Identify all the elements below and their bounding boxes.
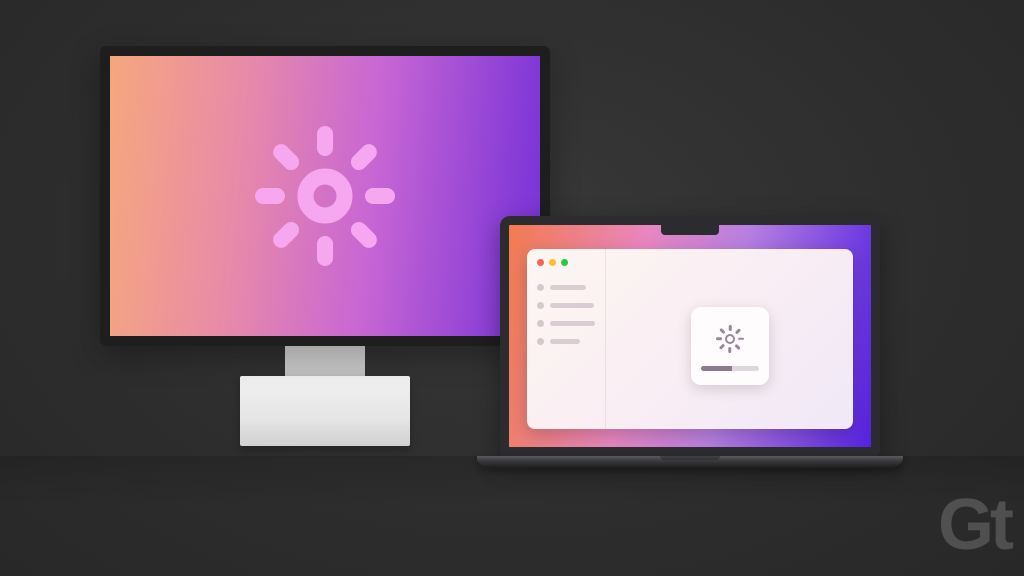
brightness-slider[interactable]: [701, 366, 759, 371]
window-traffic-lights[interactable]: [537, 259, 595, 266]
minimize-icon[interactable]: [549, 259, 556, 266]
sidebar-item[interactable]: [537, 302, 595, 309]
brightness-icon: [713, 322, 747, 356]
sidebar-item[interactable]: [537, 320, 595, 327]
watermark-logo: Gt: [938, 484, 1010, 566]
monitor-screen: [100, 46, 550, 346]
laptop-notch: [661, 225, 719, 235]
laptop: [500, 216, 903, 468]
monitor-neck: [285, 346, 365, 376]
brightness-hud: [691, 307, 769, 385]
monitor-stand: [240, 376, 410, 446]
app-sidebar: [527, 249, 605, 429]
close-icon[interactable]: [537, 259, 544, 266]
desktop-monitor: [100, 46, 550, 446]
laptop-screen: [500, 216, 880, 456]
laptop-base: [477, 456, 903, 468]
sidebar-item[interactable]: [537, 284, 595, 291]
brightness-fill: [701, 366, 733, 371]
zoom-icon[interactable]: [561, 259, 568, 266]
app-main: [605, 249, 853, 429]
app-window: [527, 249, 853, 429]
brightness-icon: [230, 101, 420, 291]
sidebar-item[interactable]: [537, 338, 595, 345]
